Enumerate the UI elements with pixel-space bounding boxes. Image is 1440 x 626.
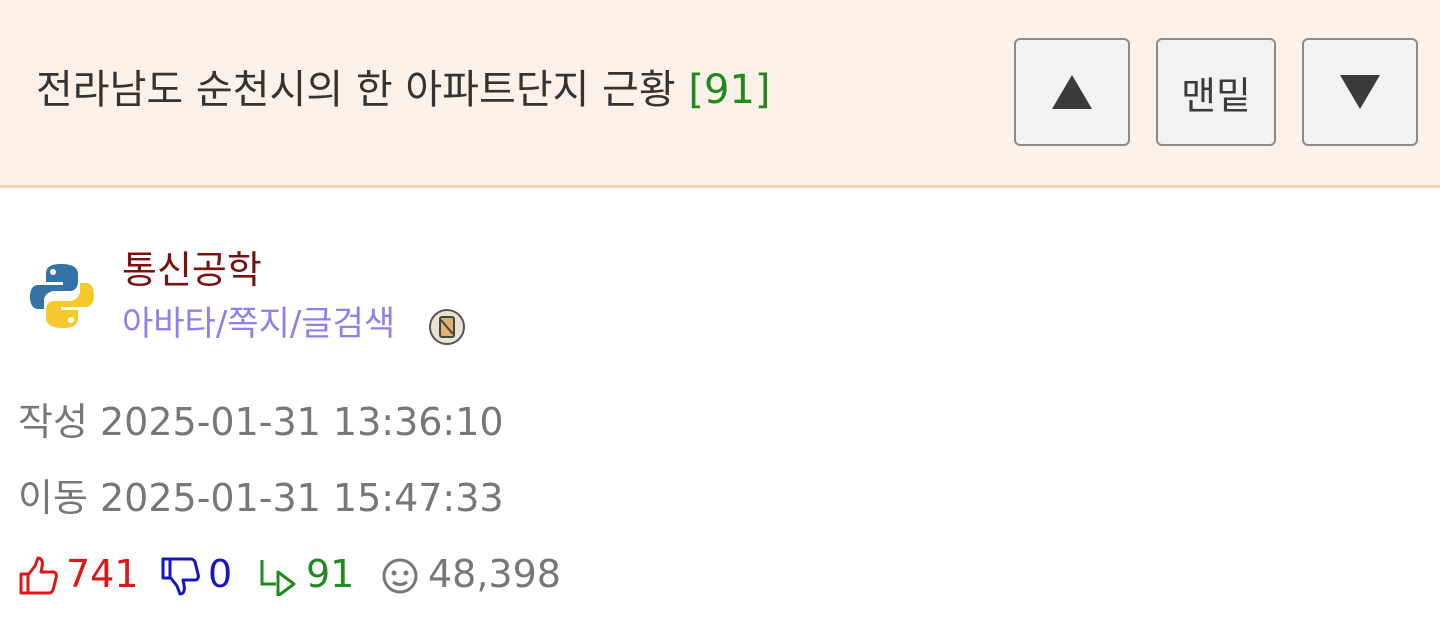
moved-date: 이동 2025-01-31 15:47:33	[18, 476, 504, 520]
thumbs-up-icon[interactable]	[18, 556, 58, 596]
go-bottom-button[interactable]: 맨밑	[1156, 38, 1276, 146]
comment-count[interactable]: [91]	[688, 67, 770, 113]
views-count: 48,398	[428, 552, 561, 596]
written-date: 작성 2025-01-31 13:36:10	[18, 400, 504, 444]
thumbs-down-icon[interactable]	[160, 556, 200, 596]
triangle-up-icon	[1052, 75, 1092, 109]
post-title-text: 전라남도 순천시의 한 아파트단지 근황	[36, 67, 676, 113]
member-badge-icon	[429, 309, 465, 345]
scroll-down-button[interactable]	[1302, 38, 1418, 146]
scroll-up-button[interactable]	[1014, 38, 1130, 146]
author-links[interactable]: 아바타/쪽지/글검색	[122, 300, 395, 348]
replies-count: 91	[306, 552, 355, 596]
reply-arrow-icon	[260, 560, 296, 596]
author-name[interactable]: 통신공학	[122, 244, 262, 296]
views-face-icon	[382, 558, 418, 594]
likes-count: 741	[66, 552, 139, 596]
triangle-down-icon	[1340, 75, 1380, 109]
dislikes-count: 0	[208, 552, 233, 596]
post-header: 전라남도 순천시의 한 아파트단지 근황 [91] 맨밑	[0, 0, 1440, 188]
post-title: 전라남도 순천시의 한 아파트단지 근황 [91]	[36, 62, 771, 118]
python-logo-icon[interactable]	[28, 262, 96, 330]
